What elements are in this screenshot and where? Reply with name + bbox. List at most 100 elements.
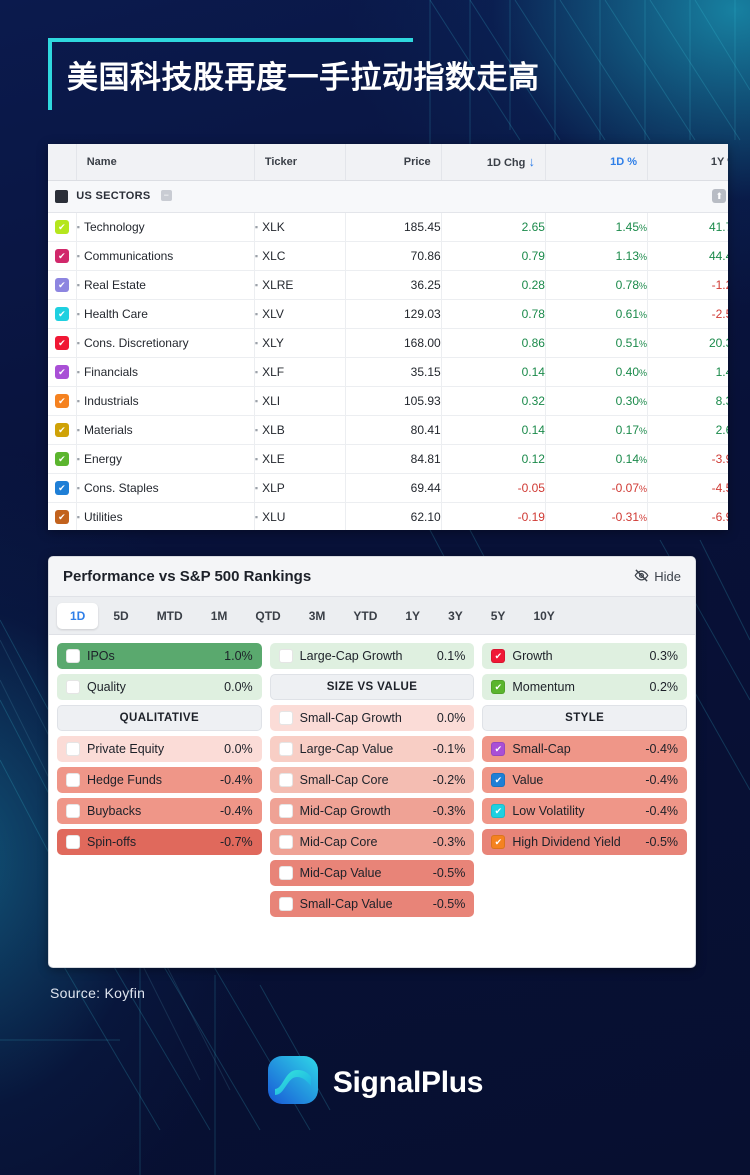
row-checkbox-cell[interactable]: ✔: [48, 212, 76, 241]
table-row[interactable]: ✔▪Industrials▪XLI105.930.320.30%8.34%: [48, 386, 728, 415]
ranking-item[interactable]: ✔Small-Cap-0.4%: [482, 736, 687, 762]
ranking-item[interactable]: Small-Cap Value-0.5%: [270, 891, 475, 917]
ranking-item-value: -0.3%: [433, 804, 466, 818]
tab-3m[interactable]: 3M: [296, 603, 339, 629]
row-checkbox[interactable]: ✔: [55, 307, 69, 321]
ranking-item[interactable]: ✔Growth0.3%: [482, 643, 687, 669]
row-checkbox[interactable]: ✔: [55, 365, 69, 379]
ranking-item-checkbox[interactable]: ✔: [491, 742, 505, 756]
row-checkbox[interactable]: ✔: [55, 481, 69, 495]
ranking-item-checkbox[interactable]: [66, 742, 80, 756]
tab-3y[interactable]: 3Y: [435, 603, 476, 629]
column-header-1d-pct[interactable]: 1D %: [545, 144, 647, 180]
table-row[interactable]: ✔▪Health Care▪XLV129.030.780.61%-2.55%: [48, 299, 728, 328]
ranking-item[interactable]: Mid-Cap Core-0.3%: [270, 829, 475, 855]
ranking-item[interactable]: ✔High Dividend Yield-0.5%: [482, 829, 687, 855]
table-row[interactable]: ✔▪Utilities▪XLU62.10-0.19-0.31%-6.91%: [48, 502, 728, 530]
tab-1m[interactable]: 1M: [198, 603, 241, 629]
row-checkbox-cell[interactable]: ✔: [48, 502, 76, 530]
row-checkbox-cell[interactable]: ✔: [48, 241, 76, 270]
row-checkbox[interactable]: ✔: [55, 510, 69, 524]
ranking-item-checkbox[interactable]: [66, 649, 80, 663]
row-checkbox-cell[interactable]: ✔: [48, 386, 76, 415]
ranking-item-checkbox[interactable]: ✔: [491, 649, 505, 663]
tab-1d[interactable]: 1D: [57, 603, 98, 629]
table-row[interactable]: ✔▪Cons. Discretionary▪XLY168.000.860.51%…: [48, 328, 728, 357]
ranking-item-label: Small-Cap: [512, 742, 645, 756]
tab-ytd[interactable]: YTD: [340, 603, 390, 629]
ranking-item-checkbox[interactable]: [66, 773, 80, 787]
bullet-icon: ▪: [77, 222, 80, 232]
row-checkbox[interactable]: ✔: [55, 394, 69, 408]
ranking-item-checkbox[interactable]: [279, 773, 293, 787]
ranking-item-checkbox[interactable]: [279, 866, 293, 880]
ranking-item-checkbox[interactable]: [279, 804, 293, 818]
move-up-icon[interactable]: ⬆: [712, 189, 726, 203]
ranking-item-checkbox[interactable]: [279, 649, 293, 663]
hide-button[interactable]: Hide: [634, 568, 681, 586]
row-checkbox-cell[interactable]: ✔: [48, 299, 76, 328]
ranking-item[interactable]: Mid-Cap Growth-0.3%: [270, 798, 475, 824]
table-row[interactable]: ✔▪Real Estate▪XLRE36.250.280.78%-1.25%: [48, 270, 728, 299]
tab-5y[interactable]: 5Y: [478, 603, 519, 629]
row-checkbox-cell[interactable]: ✔: [48, 415, 76, 444]
tab-mtd[interactable]: MTD: [144, 603, 196, 629]
tab-qtd[interactable]: QTD: [242, 603, 293, 629]
group-row-us-sectors[interactable]: US SECTORS − ⬆ ⬇: [48, 180, 728, 212]
ranking-item[interactable]: Large-Cap Growth0.1%: [270, 643, 475, 669]
table-row[interactable]: ✔▪Cons. Staples▪XLP69.44-0.05-0.07%-4.59…: [48, 473, 728, 502]
ranking-item[interactable]: Large-Cap Value-0.1%: [270, 736, 475, 762]
ranking-item[interactable]: Buybacks-0.4%: [57, 798, 262, 824]
row-checkbox[interactable]: ✔: [55, 452, 69, 466]
ranking-item[interactable]: ✔Value-0.4%: [482, 767, 687, 793]
ranking-item[interactable]: Private Equity0.0%: [57, 736, 262, 762]
column-header-name[interactable]: Name: [76, 144, 254, 180]
table-row[interactable]: ✔▪Energy▪XLE84.810.120.14%-3.98%: [48, 444, 728, 473]
ranking-item[interactable]: Hedge Funds-0.4%: [57, 767, 262, 793]
ranking-item-label: Value: [512, 773, 645, 787]
ranking-item[interactable]: IPOs1.0%: [57, 643, 262, 669]
row-checkbox[interactable]: ✔: [55, 249, 69, 263]
ranking-item-checkbox[interactable]: ✔: [491, 804, 505, 818]
row-ticker: XLF: [262, 365, 284, 379]
ranking-item-checkbox[interactable]: [66, 835, 80, 849]
ranking-item[interactable]: Mid-Cap Value-0.5%: [270, 860, 475, 886]
ranking-item[interactable]: Small-Cap Core-0.2%: [270, 767, 475, 793]
row-checkbox-cell[interactable]: ✔: [48, 270, 76, 299]
table-row[interactable]: ✔▪Communications▪XLC70.860.791.13%44.40%: [48, 241, 728, 270]
row-checkbox[interactable]: ✔: [55, 220, 69, 234]
ranking-item[interactable]: ✔Momentum0.2%: [482, 674, 687, 700]
row-checkbox-cell[interactable]: ✔: [48, 328, 76, 357]
table-row[interactable]: ✔▪Materials▪XLB80.410.140.17%2.61%: [48, 415, 728, 444]
column-header-1y-pct[interactable]: 1Y %: [648, 144, 728, 180]
ranking-item[interactable]: Quality0.0%: [57, 674, 262, 700]
row-checkbox-cell[interactable]: ✔: [48, 473, 76, 502]
column-header-ticker[interactable]: Ticker: [254, 144, 345, 180]
collapse-group-icon[interactable]: −: [161, 190, 172, 201]
ranking-item-checkbox[interactable]: [66, 680, 80, 694]
row-checkbox[interactable]: ✔: [55, 278, 69, 292]
ranking-item-checkbox[interactable]: [279, 742, 293, 756]
tab-10y[interactable]: 10Y: [520, 603, 567, 629]
table-row[interactable]: ✔▪Technology▪XLK185.452.651.45%41.71%: [48, 212, 728, 241]
column-header-1d-chg[interactable]: 1D Chg ↓: [441, 144, 545, 180]
ranking-item-checkbox[interactable]: [66, 804, 80, 818]
tab-5d[interactable]: 5D: [100, 603, 141, 629]
ranking-item-checkbox[interactable]: ✔: [491, 835, 505, 849]
ranking-item[interactable]: ✔Low Volatility-0.4%: [482, 798, 687, 824]
tab-1y[interactable]: 1Y: [392, 603, 433, 629]
sort-descending-icon[interactable]: ↓: [528, 154, 535, 169]
table-row[interactable]: ✔▪Financials▪XLF35.150.140.40%1.40%: [48, 357, 728, 386]
ranking-item-checkbox[interactable]: ✔: [491, 773, 505, 787]
ranking-item[interactable]: Small-Cap Growth0.0%: [270, 705, 475, 731]
ranking-item-checkbox[interactable]: [279, 711, 293, 725]
row-checkbox-cell[interactable]: ✔: [48, 444, 76, 473]
row-checkbox-cell[interactable]: ✔: [48, 357, 76, 386]
ranking-item-checkbox[interactable]: ✔: [491, 680, 505, 694]
row-checkbox[interactable]: ✔: [55, 423, 69, 437]
ranking-item[interactable]: Spin-offs-0.7%: [57, 829, 262, 855]
ranking-item-checkbox[interactable]: [279, 835, 293, 849]
column-header-price[interactable]: Price: [346, 144, 442, 180]
ranking-item-checkbox[interactable]: [279, 897, 293, 911]
row-checkbox[interactable]: ✔: [55, 336, 69, 350]
